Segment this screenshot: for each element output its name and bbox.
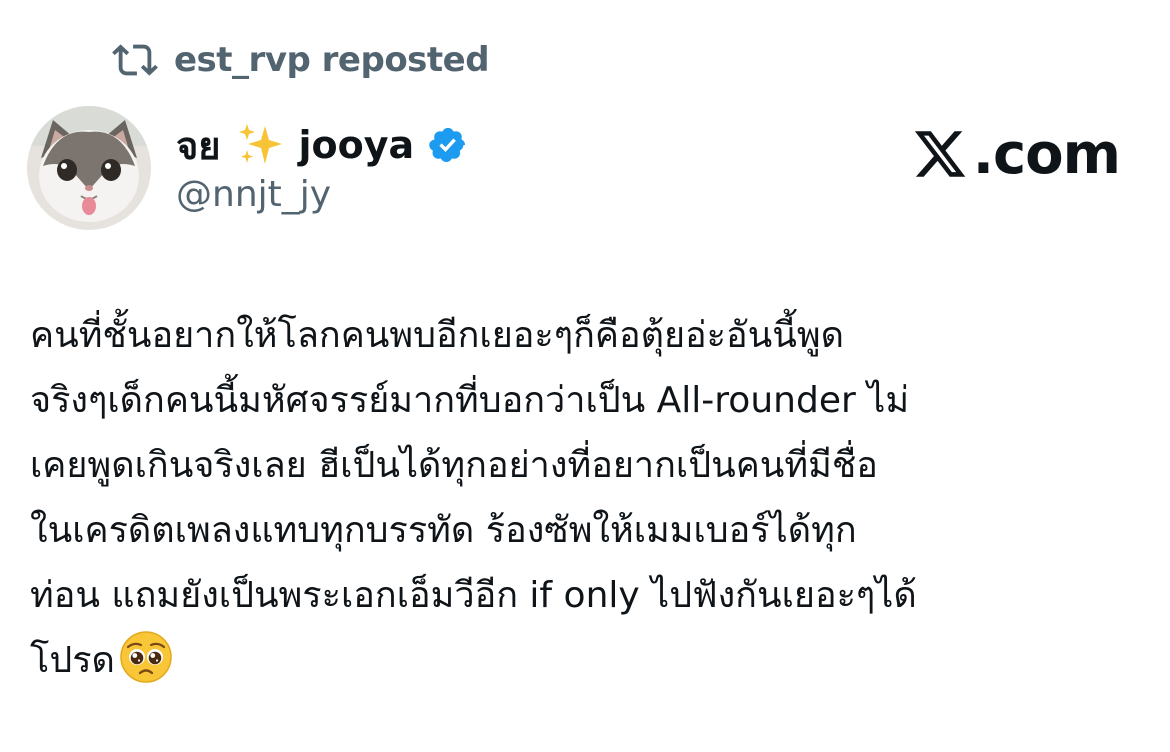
display-name[interactable]: จย jooya [176, 118, 468, 172]
tweet-line: จริงๆเด็กคนนี้มหัศจรรย์มากที่บอกว่าเป็น … [30, 380, 910, 421]
post-card: est_rvp reposted จย jooya @nnjt_jy .com … [0, 0, 1170, 752]
tweet-text: คนที่ชั้นอยากให้โลกคนพบอีกเยอะๆก็คือตุ้ย… [30, 303, 1150, 693]
x-logo-icon [911, 126, 969, 182]
tweet-line-text: โปรด [30, 640, 115, 681]
display-name-part2: jooya [298, 123, 415, 167]
repost-icon [112, 37, 158, 83]
tweet-line-last: โปรด [30, 628, 1150, 693]
tweet-line: คนที่ชั้นอยากให้โลกคนพบอีกเยอะๆก็คือตุ้ย… [30, 315, 844, 356]
tweet-line: เคยพูดเกินจริงเลย ฮีเป็นได้ทุกอย่างที่อย… [30, 445, 878, 486]
avatar[interactable] [27, 106, 151, 230]
repost-indicator[interactable]: est_rvp reposted [112, 34, 490, 86]
repost-text: est_rvp reposted [174, 40, 490, 80]
verified-badge-icon[interactable] [428, 125, 468, 165]
cat-avatar-image [27, 106, 151, 230]
sparkles-icon [235, 120, 285, 170]
user-handle[interactable]: @nnjt_jy [176, 174, 331, 215]
brand-watermark: .com [911, 121, 1121, 187]
tweet-line: ท่อน แถมยังเป็นพระเอกเอ็มวีอีก if only ไ… [30, 575, 917, 616]
tweet-line: ในเครดิตเพลงแทบทุกบรรทัด ร้องซัพให้เมมเบ… [30, 510, 857, 551]
brand-text: .com [972, 121, 1121, 187]
pleading-face-icon [119, 630, 173, 684]
display-name-part1: จย [176, 123, 221, 168]
